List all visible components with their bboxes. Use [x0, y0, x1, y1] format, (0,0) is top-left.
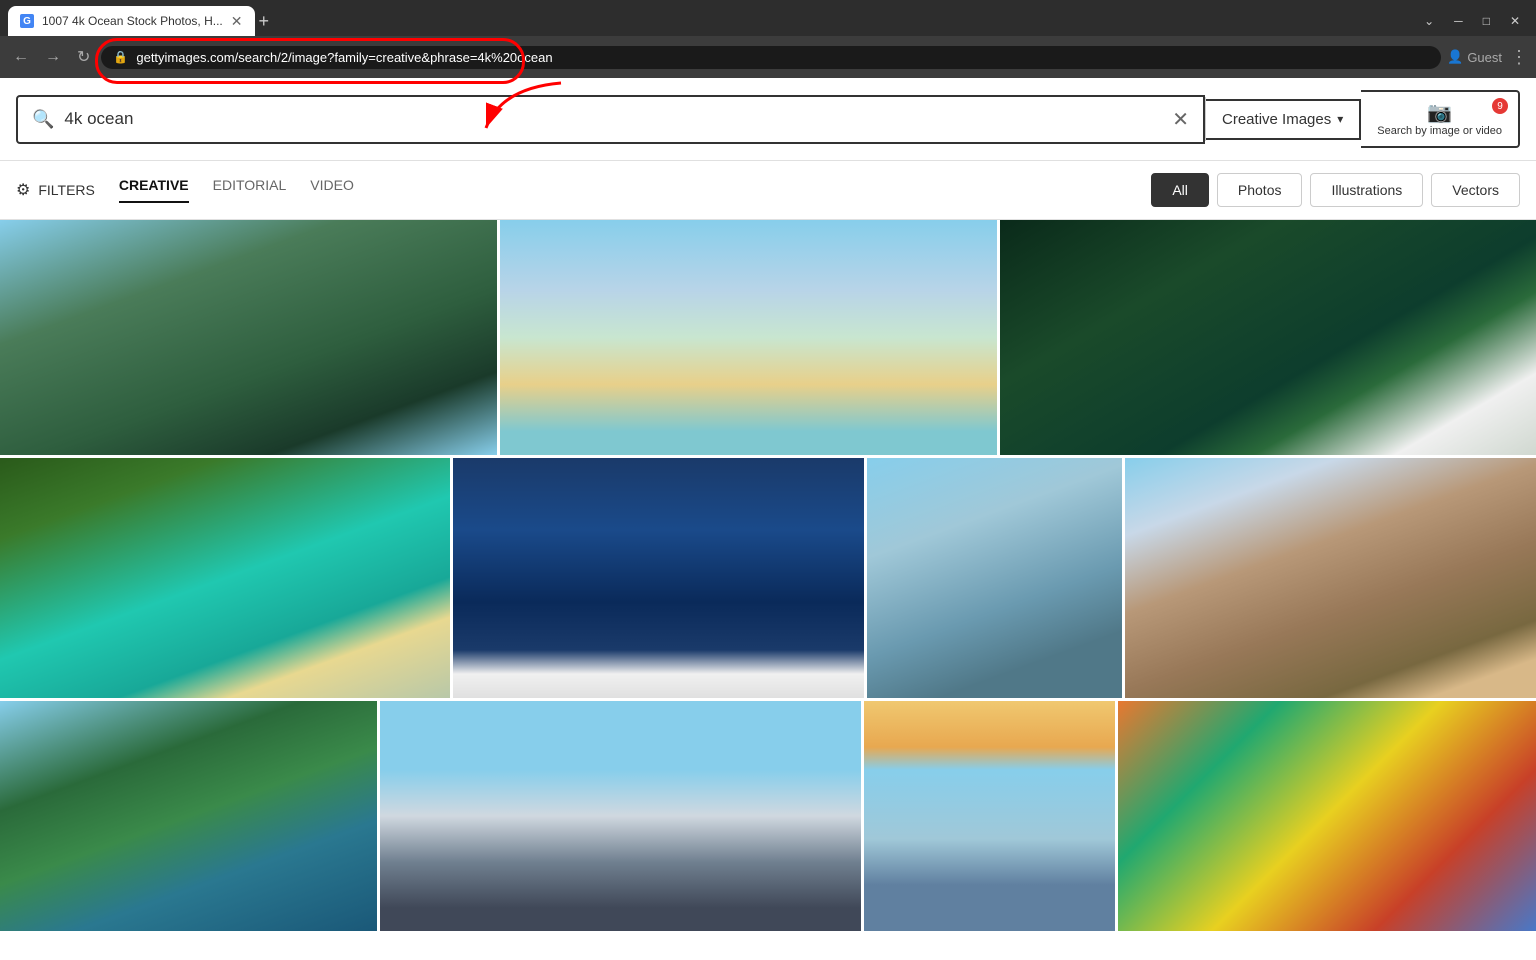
address-url-input[interactable]	[136, 50, 1429, 65]
image-ship[interactable]	[380, 701, 861, 931]
profile-button[interactable]: 👤 Guest	[1447, 49, 1502, 65]
getty-header: 🔍 ✕ Creative Images ▾ 9 📷 Search by imag…	[0, 78, 1536, 161]
window-controls: ⌄ ─ □ ✕	[1416, 12, 1528, 30]
search-type-label: Creative Images	[1222, 111, 1331, 128]
search-by-image-button[interactable]: 9 📷 Search by image or video	[1361, 90, 1520, 148]
tab-favicon: G	[20, 14, 34, 28]
address-input-wrap[interactable]: 🔒	[101, 46, 1441, 69]
image-row-1	[0, 220, 1536, 455]
collapse-icon[interactable]: ⌄	[1416, 12, 1442, 30]
lock-icon: 🔒	[113, 50, 128, 64]
image-placeholder	[500, 220, 997, 455]
browser-chrome: G 1007 4k Ocean Stock Photos, H... ✕ + ⌄…	[0, 0, 1536, 78]
image-placeholder	[867, 458, 1122, 698]
camera-icon: 📷	[1427, 100, 1452, 125]
image-birds-ocean[interactable]	[867, 458, 1122, 698]
image-lighthouse[interactable]	[864, 701, 1115, 931]
close-button[interactable]: ✕	[1502, 12, 1528, 30]
image-row-2	[0, 458, 1536, 698]
image-placeholder	[1000, 220, 1536, 455]
tab-video[interactable]: VIDEO	[310, 177, 354, 203]
search-image-badge: 9	[1492, 98, 1508, 114]
search-icon: 🔍	[32, 109, 54, 130]
filter-icon: ⚙	[16, 180, 30, 200]
refresh-button[interactable]: ↻	[72, 45, 95, 69]
back-button[interactable]: ←	[8, 46, 34, 68]
filter-bar: ⚙ FILTERS CREATIVE EDITORIAL VIDEO All P…	[0, 161, 1536, 220]
tab-editorial[interactable]: EDITORIAL	[213, 177, 287, 203]
image-row-3	[0, 701, 1536, 856]
search-input-wrap[interactable]: 🔍 ✕	[16, 95, 1205, 144]
tab-title: 1007 4k Ocean Stock Photos, H...	[42, 14, 223, 28]
profile-label: Guest	[1467, 50, 1502, 65]
tab-creative[interactable]: CREATIVE	[119, 177, 189, 203]
image-placeholder	[0, 220, 497, 455]
filters-button[interactable]: ⚙ FILTERS	[16, 180, 95, 200]
tab-bar: G 1007 4k Ocean Stock Photos, H... ✕ + ⌄…	[0, 0, 1536, 36]
search-type-arrow: ▾	[1337, 112, 1343, 126]
image-sailboat[interactable]	[453, 458, 864, 698]
type-filter-buttons: All Photos Illustrations Vectors	[1151, 173, 1520, 207]
image-placeholder	[1118, 701, 1536, 931]
image-colorful-map[interactable]	[1118, 701, 1536, 931]
image-coastal2[interactable]	[0, 701, 377, 931]
type-all-button[interactable]: All	[1151, 173, 1209, 207]
image-ocean-waves[interactable]	[1000, 220, 1536, 455]
filter-tabs: CREATIVE EDITORIAL VIDEO	[119, 177, 1151, 203]
type-vectors-button[interactable]: Vectors	[1431, 173, 1520, 207]
active-tab[interactable]: G 1007 4k Ocean Stock Photos, H... ✕	[8, 6, 255, 36]
address-bar-actions: 👤 Guest ⋮	[1447, 47, 1528, 68]
image-placeholder	[0, 701, 377, 931]
image-coastal-road[interactable]	[0, 458, 450, 698]
image-placeholder	[0, 458, 450, 698]
address-bar-container: 🔒	[101, 46, 1441, 69]
new-tab-button[interactable]: +	[259, 11, 270, 32]
image-palm-island[interactable]	[500, 220, 997, 455]
profile-icon: 👤	[1447, 49, 1463, 65]
address-bar-row: ← → ↻ 🔒 👤 Guest	[0, 36, 1536, 78]
filters-label: FILTERS	[38, 182, 95, 198]
browser-menu-button[interactable]: ⋮	[1510, 47, 1528, 68]
image-placeholder	[453, 458, 864, 698]
image-placeholder	[864, 701, 1115, 931]
search-clear-button[interactable]: ✕	[1172, 107, 1189, 132]
search-type-button[interactable]: Creative Images ▾	[1206, 99, 1361, 140]
image-aerial-islands[interactable]	[0, 220, 497, 455]
search-bar-row: 🔍 ✕ Creative Images ▾ 9 📷 Search by imag…	[16, 78, 1520, 160]
search-image-label: Search by image or video	[1377, 125, 1502, 138]
forward-button[interactable]: →	[40, 46, 66, 68]
search-input[interactable]	[64, 109, 1162, 129]
tab-close-button[interactable]: ✕	[231, 13, 243, 30]
image-mountains[interactable]	[1125, 458, 1536, 698]
image-placeholder	[380, 701, 861, 931]
image-placeholder	[1125, 458, 1536, 698]
minimize-button[interactable]: ─	[1446, 12, 1471, 30]
image-grid	[0, 220, 1536, 856]
type-photos-button[interactable]: Photos	[1217, 173, 1303, 207]
maximize-button[interactable]: □	[1475, 12, 1498, 30]
type-illustrations-button[interactable]: Illustrations	[1310, 173, 1423, 207]
